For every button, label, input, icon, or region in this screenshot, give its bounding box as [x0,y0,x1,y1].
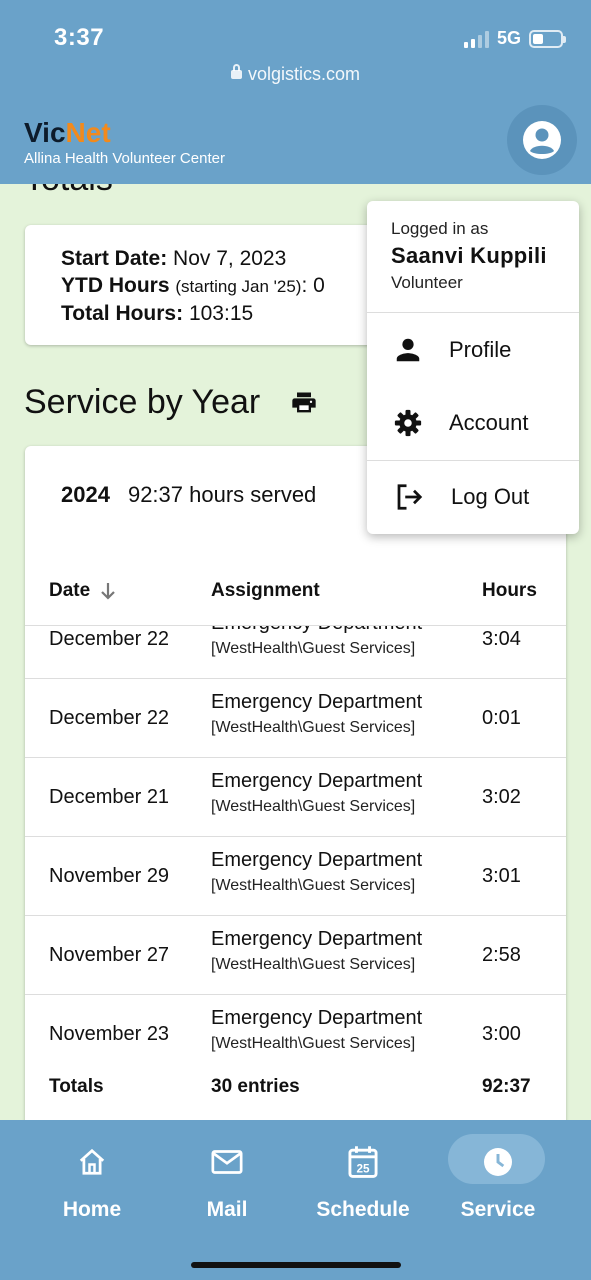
print-icon[interactable] [290,389,318,417]
address-bar[interactable]: volgistics.com [0,64,591,85]
mail-icon [211,1150,243,1174]
menu-item-account[interactable]: Account [367,386,579,459]
row-date: December 21 [49,786,170,808]
table-row: November 23 Emergency Department [WestHea… [25,995,566,1056]
table-row: December 22 Emergency Department [WestHea… [25,626,566,679]
start-date-value: Nov 7, 2023 [173,247,287,270]
table-header: Date Assignment Hours [25,564,566,626]
service-heading-text: Service by Year [24,383,261,421]
brand-logo[interactable]: VicNet Allina Health Volunteer Center [24,117,225,168]
nav-service[interactable]: Service [428,1134,568,1222]
top-bar: 3:37 5G volgistics.com VicNet Allina Hea… [0,0,591,184]
bottom-navigation: Home Mail 25 Schedule Service [0,1120,591,1280]
row-location: [WestHealth\Guest Services] [211,798,416,815]
year-label: 2024 [61,482,110,507]
year-hours-served: 92:37 hours served [127,482,317,507]
year-summary: 2024 92:37 hours served [61,482,316,508]
account-menu-button[interactable] [507,105,577,175]
nav-home[interactable]: Home [22,1142,162,1222]
row-date: November 27 [49,944,170,966]
table-row: November 29 Emergency Department [WestHea… [25,837,566,916]
account-dropdown-menu: Logged in as Saanvi Kuppili Volunteer Pr… [367,201,579,534]
nav-home-label: Home [62,1198,122,1221]
service-by-year-heading: Service by Year [24,383,318,422]
ytd-hours-value: : 0 [301,274,325,297]
lock-icon [230,64,242,79]
row-date: November 29 [49,865,170,887]
hours-column-header[interactable]: Hours [482,580,537,602]
date-column-label: Date [49,580,91,601]
menu-item-profile[interactable]: Profile [367,313,579,386]
row-date: December 22 [49,628,170,650]
brand-name-part2: Net [65,117,111,148]
home-indicator [191,1262,401,1268]
nav-schedule-label: Schedule [316,1198,410,1221]
menu-item-label: Account [449,409,529,435]
menu-user-info: Logged in as Saanvi Kuppili Volunteer [367,201,579,313]
start-date-label: Start Date: [61,247,168,270]
row-location: [WestHealth\Guest Services] [211,719,416,736]
logged-in-as-label: Logged in as [391,219,489,238]
url-text: volgistics.com [247,64,361,84]
row-date: December 22 [49,707,170,729]
total-hours-label: Total Hours: [61,302,184,325]
row-location: [WestHealth\Guest Services] [211,956,416,973]
row-assignment: Emergency Department [211,626,422,636]
table-row: November 27 Emergency Department [WestHea… [25,916,566,995]
total-hours-value: 103:15 [188,302,254,325]
row-hours: 3:01 [482,865,521,887]
user-circle-icon [523,121,561,159]
date-column-header[interactable]: Date [49,580,116,602]
footer-entries-count: 30 entries [211,1076,300,1097]
nav-mail[interactable]: Mail [157,1142,297,1222]
row-date: November 23 [49,1023,170,1045]
menu-item-label: Profile [449,336,512,362]
ytd-hours-label: YTD Hours [61,274,170,297]
row-hours: 3:02 [482,786,521,808]
row-assignment: Emergency Department [211,1007,423,1029]
nav-schedule[interactable]: 25 Schedule [293,1142,433,1222]
calendar-icon: 25 [348,1146,378,1178]
service-table-body[interactable]: December 22 Emergency Department [WestHea… [25,626,566,1056]
nav-service-label: Service [460,1198,536,1221]
table-row: December 22 Emergency Department [WestHea… [25,679,566,758]
row-assignment: Emergency Department [211,849,423,871]
brand-subtitle: Allina Health Volunteer Center [24,150,225,167]
status-indicators: 5G [463,28,566,49]
status-time: 3:37 [54,24,105,51]
battery-icon [529,29,566,48]
row-location: [WestHealth\Guest Services] [211,877,416,894]
row-assignment: Emergency Department [211,691,423,713]
row-hours: 3:00 [482,1023,521,1045]
menu-item-label: Log Out [451,484,530,509]
clock-icon [484,1148,512,1176]
network-type: 5G [496,28,521,48]
logout-icon [397,484,423,510]
ytd-hours-note: (starting Jan '25) [175,277,302,296]
calendar-icon-day: 25 [356,1162,370,1175]
user-name: Saanvi Kuppili [391,243,547,268]
row-hours: 2:58 [482,944,521,966]
row-assignment: Emergency Department [211,928,423,950]
footer-total-hours: 92:37 [482,1076,531,1097]
row-hours: 3:04 [482,628,521,650]
user-role: Volunteer [391,273,463,292]
row-location: [WestHealth\Guest Services] [211,1035,416,1052]
menu-item-logout[interactable]: Log Out [367,461,579,533]
signal-icon [463,30,489,48]
row-hours: 0:01 [482,707,521,729]
table-row: December 21 Emergency Department [WestHea… [25,758,566,837]
year-card: 2024 92:37 hours served Date Assignment H… [25,446,566,1136]
row-assignment: Emergency Department [211,770,423,792]
brand-name-part1: Vic [24,117,66,148]
sort-arrow-down-icon [101,583,115,600]
person-icon [396,338,420,361]
nav-mail-label: Mail [206,1198,248,1221]
home-icon [79,1148,105,1175]
footer-totals-label: Totals [49,1076,104,1097]
row-location: [WestHealth\Guest Services] [211,640,416,657]
assignment-column-header[interactable]: Assignment [211,580,320,602]
gear-icon [394,409,422,436]
